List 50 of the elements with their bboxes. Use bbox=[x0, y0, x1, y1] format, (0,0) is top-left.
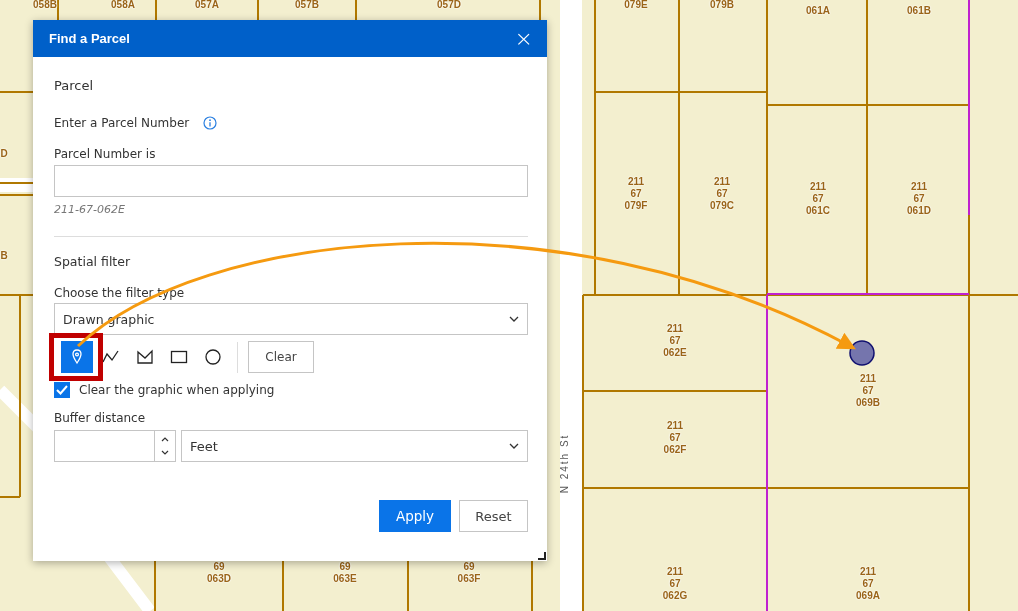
apply-button[interactable]: Apply bbox=[379, 500, 451, 532]
parcel-label: 211 67 061C bbox=[805, 181, 831, 217]
parcel-label: 079B bbox=[709, 0, 735, 11]
resize-handle-icon[interactable] bbox=[538, 552, 546, 560]
parcel-label: 211 67 062E bbox=[662, 323, 688, 359]
info-icon[interactable] bbox=[203, 116, 218, 130]
section-title: Parcel bbox=[54, 78, 95, 93]
street-label: N 24th St bbox=[558, 432, 570, 496]
parcel-label: 079E bbox=[623, 0, 649, 11]
section-title: Spatial filter bbox=[54, 254, 132, 269]
field-label: Buffer distance bbox=[54, 411, 147, 425]
parcel-label: 058B bbox=[32, 0, 58, 11]
polygon-icon bbox=[135, 347, 155, 367]
field-hint: 211-67-062E bbox=[54, 203, 126, 216]
unit-dropdown[interactable]: Feet bbox=[181, 430, 528, 462]
field-label: Parcel Number is bbox=[54, 147, 157, 161]
parcel-label: 211 67 079C bbox=[709, 176, 735, 212]
parcel-label: 057D bbox=[436, 0, 462, 11]
checkbox-label: Clear the graphic when applying bbox=[79, 383, 275, 397]
parcel-label: 057A bbox=[194, 0, 220, 11]
buffer-distance-field[interactable] bbox=[54, 430, 176, 462]
parcel-label: 211 67 062G bbox=[661, 566, 689, 602]
close-button[interactable]: × bbox=[514, 27, 533, 50]
chevron-down-icon bbox=[509, 316, 519, 322]
clear-button[interactable]: Clear bbox=[248, 341, 314, 373]
prompt-label: Enter a Parcel Number bbox=[54, 116, 190, 130]
dialog-title: Find a Parcel bbox=[49, 31, 130, 46]
parcel-number-field[interactable] bbox=[54, 165, 528, 197]
parcel-label: 211 67 069B bbox=[855, 373, 881, 409]
parcel-label: 211 67 069A bbox=[855, 566, 881, 602]
parcel-label: 057B bbox=[294, 0, 320, 11]
parcel-label: 69 063D bbox=[206, 561, 232, 585]
parcel-label: 69 063F bbox=[456, 561, 482, 585]
parcel-label: 058A bbox=[110, 0, 136, 11]
highlight-frame bbox=[49, 333, 103, 381]
checkmark-icon bbox=[55, 383, 69, 397]
parcel-label: 061A bbox=[805, 5, 831, 17]
reset-button[interactable]: Reset bbox=[459, 500, 528, 532]
point-tool-button[interactable] bbox=[61, 341, 93, 373]
parcel-label: 211 67 079F bbox=[623, 176, 649, 212]
checkbox[interactable] bbox=[54, 382, 70, 398]
parcel-label: 211 67 062F bbox=[662, 420, 688, 456]
circle-icon bbox=[203, 347, 223, 367]
parcel-label: 69 063E bbox=[332, 561, 358, 585]
parcel-label: B bbox=[0, 250, 9, 262]
parcel-label: D bbox=[0, 148, 9, 160]
parcel-label: 061B bbox=[906, 5, 932, 17]
point-marker bbox=[849, 340, 875, 366]
parcel-label: 211 67 061D bbox=[906, 181, 932, 217]
chevron-down-icon bbox=[509, 443, 519, 449]
